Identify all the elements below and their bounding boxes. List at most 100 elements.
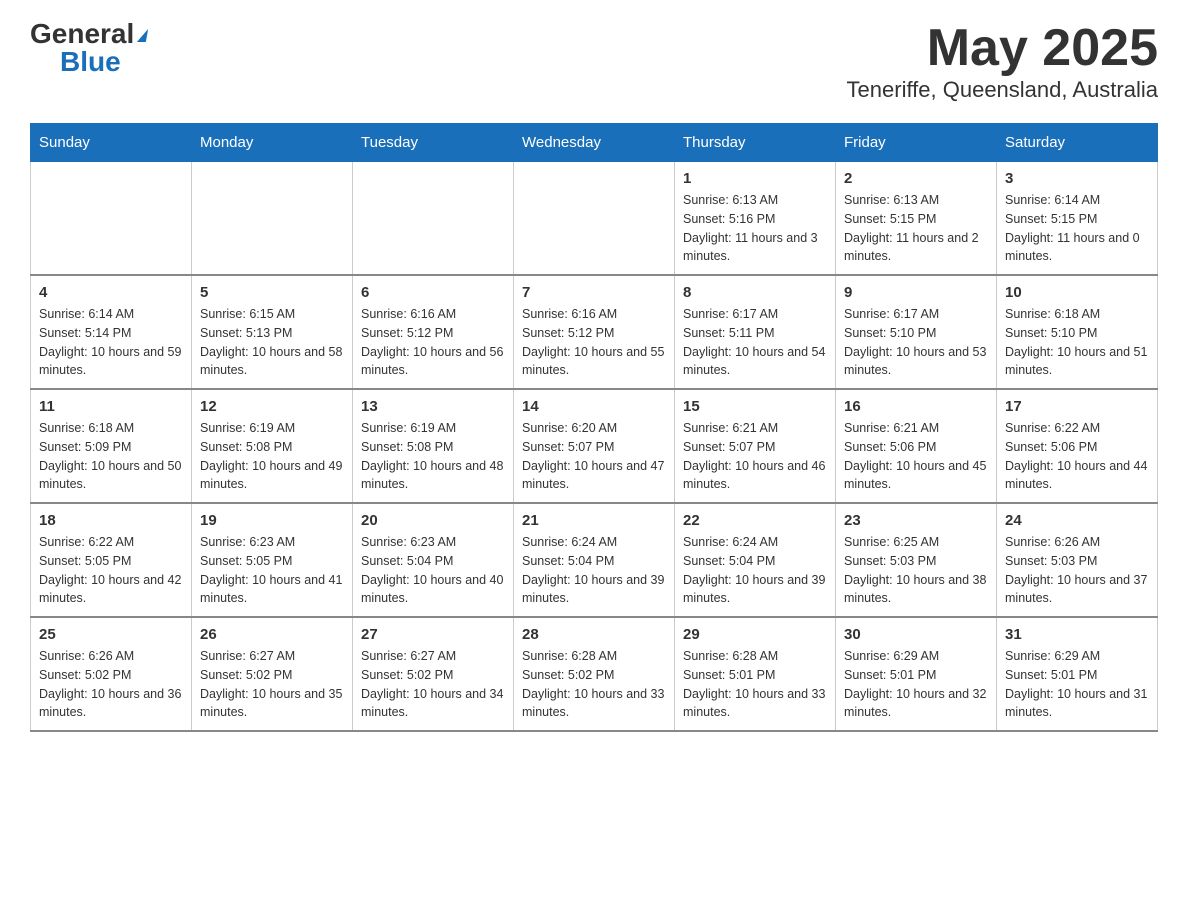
day-number: 3: [1005, 170, 1149, 187]
calendar-week-2: 4 Sunrise: 6:14 AMSunset: 5:14 PMDaylight…: [31, 275, 1158, 389]
calendar-week-1: 1 Sunrise: 6:13 AMSunset: 5:16 PMDaylight…: [31, 162, 1158, 276]
day-number: 1: [683, 170, 827, 187]
day-number: 4: [39, 284, 183, 301]
day-number: 14: [522, 398, 666, 415]
calendar-cell: 2Sunrise: 6:13 AMSunset: 5:15 PMDaylight…: [836, 162, 997, 276]
day-number: 28: [522, 626, 666, 643]
calendar-header-row: SundayMondayTuesdayWednesdayThursdayFrid…: [31, 124, 1158, 162]
calendar-cell: 1 Sunrise: 6:13 AMSunset: 5:16 PMDaylight…: [675, 162, 836, 276]
calendar-cell: 31 Sunrise: 6:29 AMSunset: 5:01 PMDayligh…: [997, 617, 1158, 731]
calendar-cell: 17 Sunrise: 6:22 AMSunset: 5:06 PMDayligh…: [997, 389, 1158, 503]
day-info: Sunrise: 6:24 AMSunset: 5:04 PMDaylight:…: [683, 533, 827, 608]
calendar-week-5: 25 Sunrise: 6:26 AMSunset: 5:02 PMDayligh…: [31, 617, 1158, 731]
day-number: 27: [361, 626, 505, 643]
calendar-cell: 25 Sunrise: 6:26 AMSunset: 5:02 PMDayligh…: [31, 617, 192, 731]
day-number: 13: [361, 398, 505, 415]
day-number: 31: [1005, 626, 1149, 643]
calendar-cell: 4 Sunrise: 6:14 AMSunset: 5:14 PMDaylight…: [31, 275, 192, 389]
day-number: 18: [39, 512, 183, 529]
calendar-cell: 8Sunrise: 6:17 AMSunset: 5:11 PMDaylight…: [675, 275, 836, 389]
day-info: Sunrise: 6:26 AMSunset: 5:02 PMDaylight:…: [39, 647, 183, 722]
title-block: May 2025 Teneriffe, Queensland, Australi…: [847, 20, 1158, 103]
day-info: Sunrise: 6:21 AMSunset: 5:07 PMDaylight:…: [683, 419, 827, 494]
calendar-cell: 14 Sunrise: 6:20 AMSunset: 5:07 PMDayligh…: [514, 389, 675, 503]
calendar-cell: 20 Sunrise: 6:23 AMSunset: 5:04 PMDayligh…: [353, 503, 514, 617]
day-number: 10: [1005, 284, 1149, 301]
day-info: Sunrise: 6:19 AMSunset: 5:08 PMDaylight:…: [361, 419, 505, 494]
day-info: Sunrise: 6:17 AMSunset: 5:11 PMDaylight:…: [683, 305, 827, 380]
day-number: 26: [200, 626, 344, 643]
day-info: Sunrise: 6:14 AMSunset: 5:15 PMDaylight:…: [1005, 191, 1149, 266]
calendar-cell: 7 Sunrise: 6:16 AMSunset: 5:12 PMDaylight…: [514, 275, 675, 389]
day-info: Sunrise: 6:18 AMSunset: 5:10 PMDaylight:…: [1005, 305, 1149, 380]
day-info: Sunrise: 6:29 AMSunset: 5:01 PMDaylight:…: [844, 647, 988, 722]
day-number: 25: [39, 626, 183, 643]
day-info: Sunrise: 6:14 AMSunset: 5:14 PMDaylight:…: [39, 305, 183, 380]
calendar-cell: 12 Sunrise: 6:19 AMSunset: 5:08 PMDayligh…: [192, 389, 353, 503]
calendar-cell: 21 Sunrise: 6:24 AMSunset: 5:04 PMDayligh…: [514, 503, 675, 617]
day-info: Sunrise: 6:16 AMSunset: 5:12 PMDaylight:…: [522, 305, 666, 380]
calendar-cell: [192, 162, 353, 276]
day-number: 30: [844, 626, 988, 643]
calendar-cell: 11 Sunrise: 6:18 AMSunset: 5:09 PMDayligh…: [31, 389, 192, 503]
day-number: 29: [683, 626, 827, 643]
calendar-cell: 6 Sunrise: 6:16 AMSunset: 5:12 PMDaylight…: [353, 275, 514, 389]
calendar-cell: 5Sunrise: 6:15 AMSunset: 5:13 PMDaylight…: [192, 275, 353, 389]
day-info: Sunrise: 6:20 AMSunset: 5:07 PMDaylight:…: [522, 419, 666, 494]
calendar-header-sunday: Sunday: [31, 124, 192, 162]
day-number: 17: [1005, 398, 1149, 415]
day-info: Sunrise: 6:13 AMSunset: 5:15 PMDaylight:…: [844, 191, 988, 266]
calendar-cell: [31, 162, 192, 276]
day-info: Sunrise: 6:25 AMSunset: 5:03 PMDaylight:…: [844, 533, 988, 608]
calendar-cell: 23 Sunrise: 6:25 AMSunset: 5:03 PMDayligh…: [836, 503, 997, 617]
day-info: Sunrise: 6:22 AMSunset: 5:06 PMDaylight:…: [1005, 419, 1149, 494]
day-info: Sunrise: 6:28 AMSunset: 5:01 PMDaylight:…: [683, 647, 827, 722]
calendar-header-saturday: Saturday: [997, 124, 1158, 162]
calendar-cell: 16Sunrise: 6:21 AMSunset: 5:06 PMDayligh…: [836, 389, 997, 503]
calendar-week-3: 11 Sunrise: 6:18 AMSunset: 5:09 PMDayligh…: [31, 389, 1158, 503]
calendar-header-friday: Friday: [836, 124, 997, 162]
page-header: General Blue May 2025 Teneriffe, Queensl…: [30, 20, 1158, 103]
calendar-cell: 26 Sunrise: 6:27 AMSunset: 5:02 PMDayligh…: [192, 617, 353, 731]
calendar-cell: 24Sunrise: 6:26 AMSunset: 5:03 PMDayligh…: [997, 503, 1158, 617]
page-title: May 2025: [847, 20, 1158, 77]
calendar-header-wednesday: Wednesday: [514, 124, 675, 162]
calendar-cell: [514, 162, 675, 276]
calendar-header-tuesday: Tuesday: [353, 124, 514, 162]
day-info: Sunrise: 6:26 AMSunset: 5:03 PMDaylight:…: [1005, 533, 1149, 608]
day-info: Sunrise: 6:23 AMSunset: 5:05 PMDaylight:…: [200, 533, 344, 608]
day-info: Sunrise: 6:22 AMSunset: 5:05 PMDaylight:…: [39, 533, 183, 608]
day-info: Sunrise: 6:17 AMSunset: 5:10 PMDaylight:…: [844, 305, 988, 380]
day-info: Sunrise: 6:18 AMSunset: 5:09 PMDaylight:…: [39, 419, 183, 494]
day-number: 22: [683, 512, 827, 529]
day-number: 7: [522, 284, 666, 301]
calendar-cell: 30 Sunrise: 6:29 AMSunset: 5:01 PMDayligh…: [836, 617, 997, 731]
logo-triangle-icon: [137, 29, 148, 42]
logo: General Blue: [30, 20, 147, 76]
calendar-cell: 28 Sunrise: 6:28 AMSunset: 5:02 PMDayligh…: [514, 617, 675, 731]
calendar-cell: 10 Sunrise: 6:18 AMSunset: 5:10 PMDayligh…: [997, 275, 1158, 389]
day-info: Sunrise: 6:24 AMSunset: 5:04 PMDaylight:…: [522, 533, 666, 608]
calendar-cell: 19Sunrise: 6:23 AMSunset: 5:05 PMDayligh…: [192, 503, 353, 617]
day-info: Sunrise: 6:13 AMSunset: 5:16 PMDaylight:…: [683, 191, 827, 266]
calendar-cell: 9 Sunrise: 6:17 AMSunset: 5:10 PMDaylight…: [836, 275, 997, 389]
day-info: Sunrise: 6:15 AMSunset: 5:13 PMDaylight:…: [200, 305, 344, 380]
calendar-cell: 29 Sunrise: 6:28 AMSunset: 5:01 PMDayligh…: [675, 617, 836, 731]
day-info: Sunrise: 6:27 AMSunset: 5:02 PMDaylight:…: [200, 647, 344, 722]
logo-blue-text: Blue: [60, 48, 121, 76]
day-info: Sunrise: 6:19 AMSunset: 5:08 PMDaylight:…: [200, 419, 344, 494]
day-number: 6: [361, 284, 505, 301]
page-subtitle: Teneriffe, Queensland, Australia: [847, 77, 1158, 103]
day-info: Sunrise: 6:23 AMSunset: 5:04 PMDaylight:…: [361, 533, 505, 608]
day-number: 23: [844, 512, 988, 529]
day-info: Sunrise: 6:28 AMSunset: 5:02 PMDaylight:…: [522, 647, 666, 722]
day-number: 9: [844, 284, 988, 301]
day-number: 20: [361, 512, 505, 529]
day-number: 12: [200, 398, 344, 415]
day-info: Sunrise: 6:29 AMSunset: 5:01 PMDaylight:…: [1005, 647, 1149, 722]
day-info: Sunrise: 6:16 AMSunset: 5:12 PMDaylight:…: [361, 305, 505, 380]
day-number: 11: [39, 398, 183, 415]
calendar-cell: [353, 162, 514, 276]
calendar-table: SundayMondayTuesdayWednesdayThursdayFrid…: [30, 123, 1158, 732]
day-number: 21: [522, 512, 666, 529]
